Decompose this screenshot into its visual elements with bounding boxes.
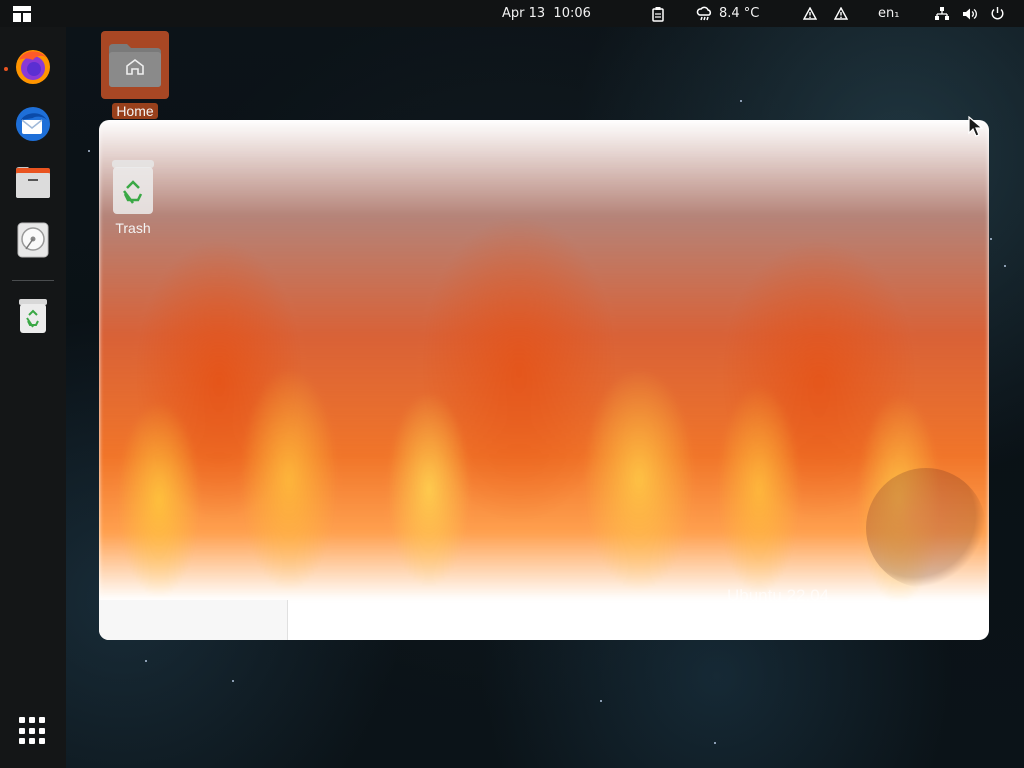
- star: [714, 742, 716, 744]
- warning-icon: [803, 7, 817, 20]
- top-bar: Apr 13 10:06 8.4 °C en₁: [0, 0, 1024, 27]
- star: [600, 700, 602, 702]
- temperature-text: 8.4 °C: [719, 6, 760, 21]
- desktop-icon-trash[interactable]: Trash: [98, 158, 168, 237]
- warning-indicator-2[interactable]: [834, 0, 848, 27]
- star: [145, 660, 147, 662]
- firefox-icon: [13, 46, 53, 90]
- cloud-rain-icon: [696, 6, 713, 22]
- volume-indicator[interactable]: [962, 0, 978, 27]
- show-apps-button[interactable]: [19, 717, 47, 745]
- clipboard-icon: [650, 6, 666, 22]
- clipboard-indicator[interactable]: [650, 0, 666, 27]
- volume-icon: [962, 7, 978, 21]
- star: [1004, 265, 1006, 267]
- keyboard-layout-text: en₁: [878, 6, 900, 21]
- datetime-text: Apr 13 10:06: [502, 6, 591, 21]
- branding-right: 22.04: [786, 586, 830, 605]
- desktop-icon-label: Trash: [115, 220, 151, 236]
- star: [740, 100, 742, 102]
- mouse-cursor-icon: [968, 115, 984, 142]
- keyboard-layout-indicator[interactable]: en₁: [878, 0, 899, 27]
- activities-icon: [12, 5, 32, 23]
- dock-item-trash[interactable]: [12, 297, 54, 339]
- dock-item-files[interactable]: [12, 163, 54, 205]
- warning-icon: [834, 7, 848, 20]
- ubuntu-branding: Ubuntu 22.04: [727, 586, 829, 606]
- branding-left: Ubuntu: [727, 586, 782, 605]
- desktop-icon-label: Home: [112, 103, 158, 119]
- home-folder-icon: [101, 31, 169, 99]
- clock[interactable]: Apr 13 10:06: [502, 0, 591, 27]
- dock-item-thunderbird[interactable]: [12, 105, 54, 147]
- disk-icon: [16, 221, 50, 263]
- running-indicator: [4, 67, 8, 71]
- warning-indicator-1[interactable]: [803, 0, 817, 27]
- window-sidebar: [99, 600, 288, 640]
- desktop-icon-home[interactable]: Home: [100, 31, 170, 120]
- power-icon: [990, 6, 1005, 21]
- planet-decoration: [866, 468, 986, 588]
- dock: [0, 27, 66, 768]
- star: [232, 680, 234, 682]
- power-indicator[interactable]: [990, 0, 1005, 27]
- files-icon: [14, 164, 52, 204]
- trash-icon: [17, 297, 49, 339]
- thunderbird-icon: [13, 104, 53, 148]
- fire-effect: [99, 120, 989, 600]
- trash-icon: [110, 158, 156, 216]
- star: [990, 238, 992, 240]
- dock-item-firefox[interactable]: [12, 47, 54, 89]
- network-icon: [934, 6, 950, 21]
- app-window[interactable]: Ubuntu 22.04: [99, 120, 989, 640]
- network-indicator[interactable]: [934, 0, 950, 27]
- dock-separator: [12, 280, 54, 281]
- weather-indicator[interactable]: 8.4 °C: [696, 0, 759, 27]
- dock-item-disk[interactable]: [12, 221, 54, 263]
- star: [88, 150, 90, 152]
- desktop: Apr 13 10:06 8.4 °C en₁ Ubuntu 22.04 Hom…: [0, 0, 1024, 768]
- activities-button[interactable]: [12, 0, 32, 27]
